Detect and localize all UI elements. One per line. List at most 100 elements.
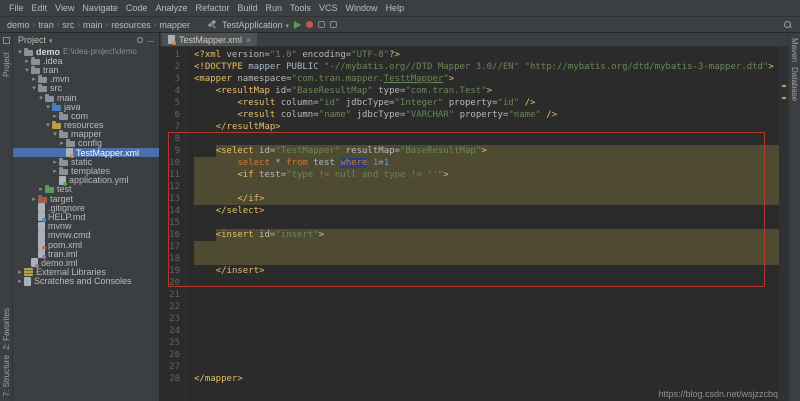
collapse-icon[interactable] bbox=[147, 35, 154, 45]
tree-chevron-icon[interactable]: ▸ bbox=[30, 75, 38, 83]
code-token: select bbox=[237, 158, 270, 168]
tree-chevron-icon[interactable]: ▸ bbox=[16, 268, 24, 276]
tree-item-.mvn[interactable]: ▸ .mvn bbox=[13, 74, 159, 84]
tree-chevron-icon[interactable]: ▾ bbox=[44, 121, 52, 129]
menu-navigate[interactable]: Navigate bbox=[78, 3, 122, 13]
line-number: 10 bbox=[169, 158, 180, 168]
tree-chevron-icon[interactable]: ▾ bbox=[44, 103, 52, 111]
line-number: 18 bbox=[169, 254, 180, 264]
tool-button-database[interactable]: Database bbox=[790, 67, 799, 101]
build-hammer-icon[interactable] bbox=[208, 20, 217, 29]
tree-chevron-none bbox=[30, 232, 38, 239]
tree-chevron-icon[interactable]: ▾ bbox=[37, 94, 45, 102]
tree-item-src[interactable]: ▾ src bbox=[13, 83, 159, 93]
code-token: <insert bbox=[215, 230, 260, 240]
tree-item-scratches-and-consoles[interactable]: ▸ Scratches and Consoles bbox=[13, 276, 159, 286]
error-stripe[interactable] bbox=[779, 47, 788, 401]
tree-chevron-icon[interactable]: ▸ bbox=[30, 195, 38, 203]
menu-view[interactable]: View bbox=[51, 3, 78, 13]
menu-file[interactable]: File bbox=[5, 3, 28, 13]
tree-chevron-icon[interactable]: ▾ bbox=[30, 84, 38, 92]
code-lines[interactable]: <?xml version="1.0" encoding="UTF-8"?> <!… bbox=[186, 47, 779, 401]
tree-item-test[interactable]: ▸ test bbox=[13, 184, 159, 194]
tree-item-demo[interactable]: ▾ demo E:\idea-project\demo bbox=[13, 47, 159, 57]
project-panel-title[interactable]: Project bbox=[18, 35, 53, 45]
tool-button-7-structure[interactable]: 7: Structure bbox=[2, 355, 11, 396]
tree-item-tran.iml[interactable]: tran.iml bbox=[13, 249, 159, 260]
line-number: 20 bbox=[169, 278, 180, 288]
code-line-6: <result column="name" jdbcType="VARCHAR"… bbox=[194, 109, 779, 121]
tool-button-project[interactable]: Project bbox=[2, 52, 11, 77]
tool-button-2-favorites[interactable]: 2: Favorites bbox=[2, 308, 11, 350]
menu-vcs[interactable]: VCS bbox=[315, 3, 342, 13]
tree-item-tran[interactable]: ▾ tran bbox=[13, 65, 159, 75]
menu-refactor[interactable]: Refactor bbox=[191, 3, 233, 13]
lib-icon bbox=[24, 268, 33, 277]
line-number: 17 bbox=[169, 242, 180, 252]
run-icon[interactable] bbox=[294, 20, 301, 29]
breadcrumb-src[interactable]: src bbox=[60, 20, 76, 30]
search-icon[interactable] bbox=[784, 20, 792, 29]
code-token: property bbox=[443, 98, 493, 108]
tool-button-maven[interactable]: Maven bbox=[790, 38, 799, 62]
tree-item-.idea[interactable]: ▸ .idea bbox=[13, 56, 159, 66]
ide-window: File Edit View Navigate Code Analyze Refactor B… bbox=[0, 0, 800, 401]
breadcrumb-tran[interactable]: tran bbox=[36, 20, 56, 30]
code-token: <result bbox=[237, 98, 281, 108]
code-token: </mapper> bbox=[194, 374, 243, 384]
line-number: 15 bbox=[169, 218, 180, 228]
tree-chevron-icon[interactable]: ▾ bbox=[16, 48, 24, 56]
breadcrumb-demo[interactable]: demo bbox=[5, 20, 32, 30]
line-number: 9 bbox=[174, 146, 180, 156]
menu-window[interactable]: Window bbox=[342, 3, 382, 13]
profiler-icon[interactable] bbox=[330, 21, 337, 28]
editor-tab-testmapper[interactable]: TestMapper.xml bbox=[162, 33, 258, 46]
menu-help[interactable]: Help bbox=[382, 3, 409, 13]
menu-code[interactable]: Code bbox=[122, 3, 152, 13]
tree-chevron-none bbox=[30, 204, 38, 211]
gear-icon[interactable] bbox=[137, 36, 143, 43]
code-line-1: <?xml version="1.0" encoding="UTF-8"?> bbox=[194, 49, 779, 61]
line-number: 5 bbox=[174, 98, 180, 108]
code-token: </select> bbox=[215, 206, 265, 216]
menu-edit[interactable]: Edit bbox=[28, 3, 52, 13]
folder-res-icon bbox=[52, 121, 61, 130]
tree-item-pom.xml[interactable]: pom.xml bbox=[13, 240, 159, 251]
tree-chevron-icon[interactable]: ▾ bbox=[23, 66, 31, 74]
code-line-11: <if test="type != null and type != ''"> bbox=[194, 169, 779, 181]
code-token: <if bbox=[237, 170, 260, 180]
coverage-icon[interactable] bbox=[318, 21, 325, 28]
close-icon[interactable] bbox=[246, 35, 251, 45]
tree-item-help.md[interactable]: HELP.md bbox=[13, 212, 159, 223]
breadcrumb-resources[interactable]: resources bbox=[109, 20, 153, 30]
menu-analyze[interactable]: Analyze bbox=[151, 3, 191, 13]
inspection-mark bbox=[782, 85, 786, 87]
tree-chevron-icon[interactable]: ▸ bbox=[37, 185, 45, 193]
menu-build[interactable]: Build bbox=[233, 3, 261, 13]
code-token: jdbcType bbox=[340, 98, 390, 108]
tree-item-main[interactable]: ▾ main bbox=[13, 93, 159, 103]
tree-chevron-icon[interactable]: ▸ bbox=[51, 167, 59, 175]
tree-chevron-icon[interactable]: ▸ bbox=[23, 57, 31, 65]
tree-item-target[interactable]: ▸ target bbox=[13, 194, 159, 204]
code-token: /> bbox=[540, 110, 558, 120]
debug-icon[interactable] bbox=[306, 21, 313, 28]
tree-chevron-icon[interactable]: ▾ bbox=[51, 130, 59, 138]
tree-chevron-icon[interactable]: ▸ bbox=[51, 112, 59, 120]
run-configuration-select[interactable]: TestApplication bbox=[222, 20, 289, 30]
tree-chevron-icon[interactable]: ▸ bbox=[16, 277, 24, 285]
code-token: ?> bbox=[389, 50, 400, 60]
breadcrumb-mapper[interactable]: mapper bbox=[157, 20, 192, 30]
menu-tools[interactable]: Tools bbox=[286, 3, 315, 13]
run-icons-group bbox=[294, 20, 337, 29]
tree-chevron-icon[interactable]: ▸ bbox=[58, 139, 66, 147]
breadcrumb-main[interactable]: main bbox=[81, 20, 105, 30]
tree-item-.gitignore[interactable]: .gitignore bbox=[13, 203, 159, 213]
code-line-5: <result column="id" jdbcType="Integer" p… bbox=[194, 97, 779, 109]
tree-item-application.yml[interactable]: application.yml bbox=[13, 175, 159, 186]
tree-chevron-icon[interactable]: ▸ bbox=[51, 158, 59, 166]
menu-run[interactable]: Run bbox=[262, 3, 287, 13]
tree-item-mvnw.cmd[interactable]: mvnw.cmd bbox=[13, 230, 159, 240]
